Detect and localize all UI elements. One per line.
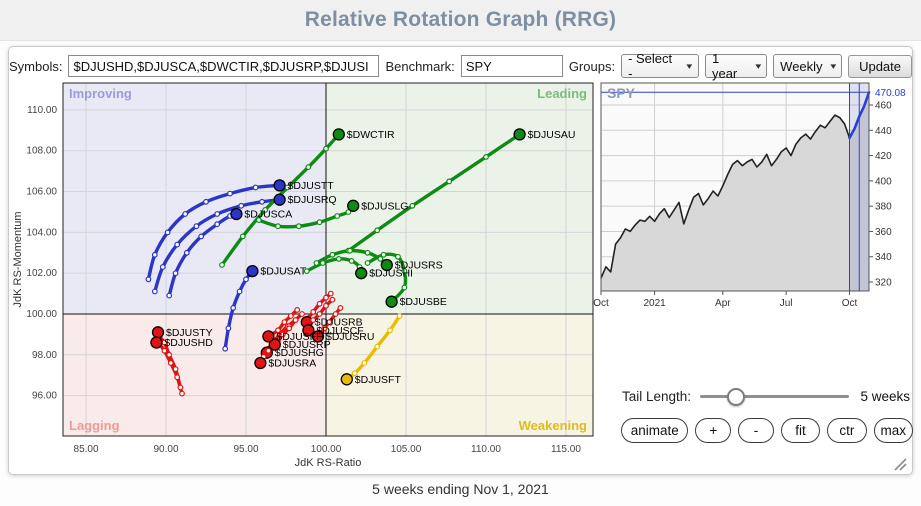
- max-button[interactable]: max: [874, 418, 913, 443]
- symbol-label-$DJUSCA[interactable]: $DJUSCA: [244, 209, 292, 221]
- svg-text:440: 440: [875, 126, 892, 137]
- symbol-label-$DJUSHI[interactable]: $DJUSHI: [369, 268, 413, 280]
- svg-text:Lagging: Lagging: [69, 418, 120, 433]
- symbol-head-$DJUSLG[interactable]: [348, 200, 359, 211]
- spy-last-price-label: 470.08: [875, 88, 906, 99]
- frequency-select-value: Weekly: [780, 59, 822, 74]
- symbol-label-$DJUSLG[interactable]: $DJUSLG: [361, 200, 408, 212]
- symbols-input[interactable]: [68, 55, 379, 77]
- svg-text:110.00: 110.00: [27, 105, 57, 116]
- benchmark-label: Benchmark:: [385, 59, 454, 74]
- animate-button[interactable]: animate: [621, 418, 688, 443]
- rrg-panel: Symbols: Benchmark: Groups: - Select - ▾…: [8, 46, 913, 475]
- svg-text:320: 320: [875, 278, 892, 289]
- rrg-chart-canvas[interactable]: Improving Leading Lagging Weakening 85.00 90.…: [9, 75, 609, 473]
- zoom-out-button[interactable]: -: [738, 418, 774, 443]
- svg-text:95.00: 95.00: [233, 444, 258, 455]
- date-range-caption: 5 weeks ending Nov 1, 2021: [0, 481, 921, 497]
- chevron-down-icon: ▾: [755, 61, 761, 72]
- symbol-label-$DJUSBE[interactable]: $DJUSBE: [400, 296, 447, 308]
- svg-text:110.00: 110.00: [471, 444, 501, 455]
- tail-length-label: Tail Length:: [622, 389, 691, 404]
- svg-text:90.00: 90.00: [154, 444, 179, 455]
- chart-buttons: animate + - fit ctr max: [621, 418, 913, 443]
- groups-label: Groups:: [569, 59, 615, 74]
- svg-text:96.00: 96.00: [32, 391, 57, 402]
- svg-text:2021: 2021: [643, 298, 666, 309]
- symbol-head-$DJUSCA[interactable]: [231, 209, 242, 220]
- symbol-label-$DJUSAT[interactable]: $DJUSAT: [260, 266, 306, 278]
- symbol-label-$DJUSRQ[interactable]: $DJUSRQ: [288, 194, 337, 206]
- svg-text:100.00: 100.00: [311, 444, 342, 455]
- svg-text:100.00: 100.00: [26, 309, 57, 320]
- zoom-in-button[interactable]: +: [695, 418, 731, 443]
- svg-text:102.00: 102.00: [26, 268, 57, 279]
- svg-text:105.00: 105.00: [391, 444, 422, 455]
- svg-text:420: 420: [875, 151, 892, 162]
- svg-text:Jul: Jul: [780, 298, 793, 309]
- svg-text:340: 340: [875, 252, 892, 263]
- svg-text:Improving: Improving: [69, 86, 132, 101]
- rrg-app: Relative Rotation Graph (RRG) Symbols: B…: [0, 0, 921, 506]
- svg-text:85.00: 85.00: [74, 444, 99, 455]
- page-title: Relative Rotation Graph (RRG): [305, 8, 617, 32]
- symbol-head-$DJUSAU[interactable]: [514, 129, 525, 140]
- svg-text:108.00: 108.00: [26, 146, 57, 157]
- symbol-head-$DJUSRQ[interactable]: [274, 194, 285, 205]
- symbol-head-$DJUSTY[interactable]: [153, 327, 164, 338]
- slider-track[interactable]: [700, 395, 849, 398]
- svg-text:Oct: Oct: [593, 298, 609, 309]
- period-select[interactable]: 1 year ▾: [705, 54, 767, 78]
- svg-text:380: 380: [875, 202, 892, 213]
- benchmark-chart: 320 340 360 380 400 420 440 460 470.08 Oct 2021 Apr…: [593, 77, 914, 313]
- symbol-head-$DJUSHD[interactable]: [151, 337, 162, 348]
- symbol-label-$DJUSFT[interactable]: $DJUSFT: [355, 374, 402, 386]
- center-button[interactable]: ctr: [827, 418, 866, 443]
- fit-button[interactable]: fit: [781, 418, 820, 443]
- benchmark-input[interactable]: [461, 55, 563, 77]
- update-button[interactable]: Update: [848, 55, 912, 78]
- symbol-head-$DWCTIR[interactable]: [333, 129, 344, 140]
- frequency-select[interactable]: Weekly ▾: [773, 54, 842, 78]
- symbol-head-$DJUSRA[interactable]: [255, 358, 266, 369]
- svg-text:Oct: Oct: [842, 298, 858, 309]
- x-axis-title: JdK RS-Ratio: [295, 457, 362, 469]
- spy-title: SPY: [607, 85, 636, 101]
- symbol-label-$DJUSAU[interactable]: $DJUSAU: [528, 129, 576, 141]
- tail-length-value: 5 weeks: [860, 389, 910, 404]
- svg-text:98.00: 98.00: [32, 350, 57, 361]
- chevron-down-icon: ▾: [830, 61, 836, 72]
- rrg-chart[interactable]: Improving Leading Lagging Weakening 85.00 90.…: [9, 75, 609, 473]
- resize-handle-icon[interactable]: [891, 455, 907, 471]
- slider-thumb[interactable]: [727, 388, 745, 406]
- svg-text:115.00: 115.00: [551, 444, 581, 455]
- svg-text:400: 400: [875, 176, 892, 187]
- symbol-head-$DJUSFH[interactable]: [263, 331, 274, 342]
- symbol-label-$DJUSTT[interactable]: $DJUSTT: [288, 180, 335, 192]
- symbol-head-$DJUSBE[interactable]: [386, 296, 397, 307]
- app-header: Relative Rotation Graph (RRG): [0, 0, 921, 41]
- tail-length-control: Tail Length: 5 weeks: [622, 385, 910, 407]
- svg-text:460: 460: [875, 101, 892, 112]
- symbol-head-$DJUSFT[interactable]: [341, 374, 352, 385]
- svg-text:106.00: 106.00: [26, 187, 57, 198]
- svg-text:360: 360: [875, 227, 892, 238]
- symbols-label: Symbols:: [9, 59, 62, 74]
- chevron-down-icon: ▾: [687, 61, 693, 72]
- y-axis-title: JdK RS-Momentum: [12, 212, 24, 308]
- symbol-label-$DJUSRA[interactable]: $DJUSRA: [268, 358, 316, 370]
- symbol-label-$DWCTIR[interactable]: $DWCTIR: [347, 129, 395, 141]
- symbol-head-$DJUSHI[interactable]: [356, 268, 367, 279]
- svg-text:Leading: Leading: [537, 86, 587, 101]
- svg-text:Weakening: Weakening: [519, 418, 587, 433]
- symbol-head-$DJUSAT[interactable]: [247, 266, 258, 277]
- symbol-head-$DJUSTT[interactable]: [274, 180, 285, 191]
- symbol-label-$DJUSRU[interactable]: $DJUSRU: [326, 331, 374, 343]
- svg-text:Apr: Apr: [715, 298, 731, 309]
- benchmark-chart-canvas: 320 340 360 380 400 420 440 460 470.08 Oct 2021 Apr…: [593, 77, 914, 313]
- symbol-label-$DJUSHD[interactable]: $DJUSHD: [164, 337, 213, 349]
- svg-text:104.00: 104.00: [26, 227, 57, 238]
- tail-length-slider[interactable]: [700, 386, 849, 406]
- groups-select[interactable]: - Select - ▾: [621, 54, 699, 78]
